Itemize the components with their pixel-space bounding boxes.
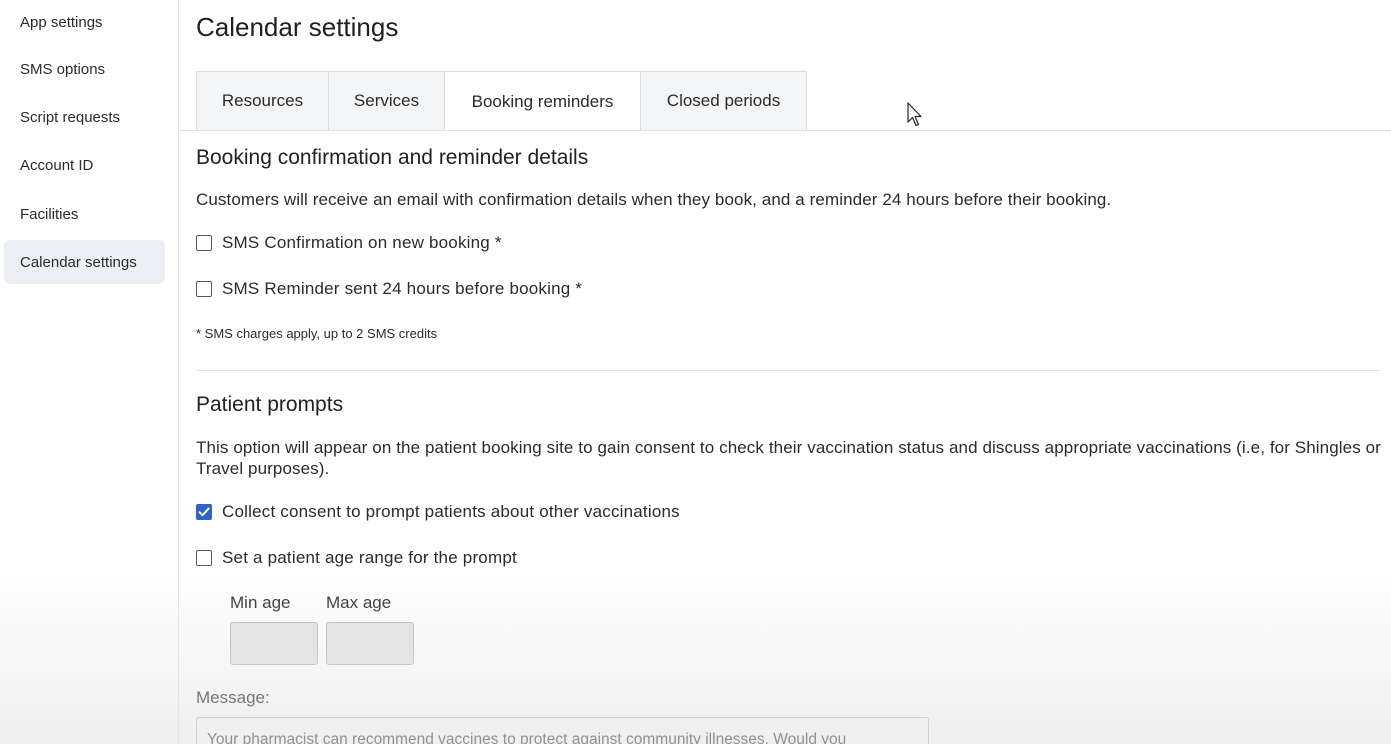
page-title: Calendar settings	[196, 12, 399, 42]
collect-consent-option[interactable]: Collect consent to prompt patients about…	[196, 502, 680, 522]
message-textarea[interactable]: Your pharmacist can recommend vaccines t…	[196, 717, 929, 744]
sms-confirmation-option[interactable]: SMS Confirmation on new booking *	[196, 233, 502, 253]
tab-label: Services	[353, 91, 420, 110]
sidebar-item-label: Account ID	[20, 156, 94, 174]
app-root: App settings SMS options Script requests…	[0, 0, 1391, 744]
booking-section-title: Booking confirmation and reminder detail…	[196, 146, 589, 169]
tab-label: Resources	[221, 91, 304, 110]
message-label: Message:	[196, 688, 270, 707]
sidebar-item-label: Calendar settings	[20, 253, 137, 271]
sidebar-item-label: Facilities	[20, 205, 79, 223]
sms-confirmation-checkbox[interactable]	[196, 235, 212, 251]
sidebar-item-sms-options[interactable]: SMS options	[4, 47, 165, 91]
tab-services[interactable]: Services	[328, 71, 445, 130]
max-age-label: Max age	[326, 593, 392, 612]
patient-prompts-description: This option will appear on the patient b…	[196, 438, 1381, 478]
tab-booking-reminders[interactable]: Booking reminders	[444, 71, 641, 131]
patient-prompts-title: Patient prompts	[196, 393, 344, 416]
sidebar-item-label: Script requests	[20, 108, 121, 126]
min-age-input[interactable]	[230, 622, 318, 665]
sms-reminder-checkbox[interactable]	[196, 281, 212, 297]
age-range-label: Set a patient age range for the prompt	[222, 548, 517, 567]
tab-closed-periods[interactable]: Closed periods	[640, 71, 807, 130]
checkmark-icon	[198, 507, 210, 517]
sidebar-item-label: App settings	[20, 13, 103, 31]
sidebar-item-script-requests[interactable]: Script requests	[4, 95, 165, 139]
sidebar-item-calendar-settings[interactable]: Calendar settings	[4, 240, 165, 284]
tab-resources[interactable]: Resources	[196, 71, 329, 130]
sms-confirmation-label: SMS Confirmation on new booking *	[222, 233, 502, 252]
tab-label: Closed periods	[666, 91, 781, 110]
tab-divider	[179, 130, 1391, 131]
age-range-checkbox[interactable]	[196, 550, 212, 566]
collect-consent-checkbox[interactable]	[196, 504, 212, 520]
tab-label: Booking reminders	[471, 91, 614, 111]
age-range-option[interactable]: Set a patient age range for the prompt	[196, 548, 517, 568]
sidebar-nav: App settings SMS options Script requests…	[0, 0, 179, 744]
sms-reminder-option[interactable]: SMS Reminder sent 24 hours before bookin…	[196, 279, 582, 299]
max-age-input[interactable]	[326, 622, 414, 665]
sms-reminder-label: SMS Reminder sent 24 hours before bookin…	[222, 279, 583, 298]
section-divider	[196, 370, 1381, 371]
tab-bar: Resources Services Booking reminders Clo…	[196, 71, 807, 131]
booking-section-description: Customers will receive an email with con…	[196, 190, 1112, 209]
collect-consent-label: Collect consent to prompt patients about…	[222, 502, 680, 521]
sidebar-item-label: SMS options	[20, 60, 106, 78]
sidebar-item-app-settings[interactable]: App settings	[4, 0, 165, 44]
sidebar-item-account-id[interactable]: Account ID	[4, 143, 165, 187]
min-age-label: Min age	[230, 593, 291, 612]
main-content: Calendar settings Resources Services Boo…	[179, 0, 1391, 744]
sidebar-item-facilities[interactable]: Facilities	[4, 192, 165, 236]
sms-charges-note: * SMS charges apply, up to 2 SMS credits	[196, 326, 438, 341]
